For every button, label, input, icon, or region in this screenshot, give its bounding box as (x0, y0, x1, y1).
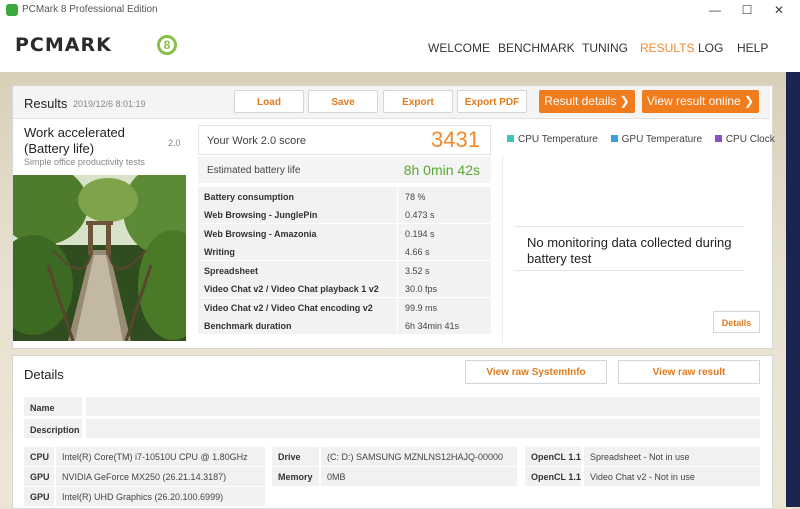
gpu-label: GPU (30, 472, 50, 482)
test-subtitle: Simple office productivity tests (24, 157, 145, 167)
opencl2-label: OpenCL 1.1 (531, 472, 581, 482)
divider (515, 270, 744, 271)
nav-benchmark[interactable]: BENCHMARK (498, 41, 575, 55)
window-title: PCMark 8 Professional Edition (22, 4, 158, 15)
desktop-edge (786, 72, 800, 507)
view-result-online-button[interactable]: View result online ❯ (642, 90, 759, 113)
gpu2-value: Intel(R) UHD Graphics (26.20.100.6999) (62, 492, 224, 502)
view-raw-systeminfo-button[interactable]: View raw SystemInfo (465, 360, 607, 384)
battery-life-label: Estimated battery life (207, 165, 301, 176)
row-divider (397, 261, 398, 279)
description-label: Description (30, 425, 80, 435)
cpu-clock-swatch (714, 135, 722, 142)
opencl-label: OpenCL 1.1 (531, 452, 581, 462)
nav-welcome[interactable]: WELCOME (428, 41, 490, 55)
metric-value: 99.9 ms (405, 303, 438, 313)
row-divider (397, 316, 398, 334)
row-divider (397, 279, 398, 297)
nav-tuning[interactable]: TUNING (582, 41, 628, 55)
score-label: Your Work 2.0 score (207, 135, 307, 147)
score-value: 3431 (431, 127, 480, 152)
test-thumbnail-image (13, 175, 186, 341)
nav-help[interactable]: HELP (737, 41, 768, 55)
metric-value: 78 % (405, 192, 426, 202)
metric-label: Video Chat v2 / Video Chat playback 1 v2 (204, 284, 379, 294)
metric-label: Writing (204, 247, 235, 257)
battery-life-value: 8h 0min 42s (403, 162, 480, 178)
save-button[interactable]: Save (308, 90, 378, 113)
metric-value: 3.52 s (405, 266, 430, 276)
details-title: Details (24, 367, 64, 382)
export-button[interactable]: Export (383, 90, 453, 113)
gpu-value: NVIDIA GeForce MX250 (26.21.14.3187) (62, 472, 227, 482)
app-icon (6, 4, 18, 16)
result-details-button[interactable]: Result details ❯ (539, 90, 635, 113)
metric-label: Battery consumption (204, 192, 295, 202)
metric-value: 30.0 fps (405, 284, 438, 294)
test-name: Work accelerated (Battery life) (24, 125, 125, 156)
close-button[interactable]: ✕ (764, 0, 794, 20)
metric-label: Web Browsing - JunglePin (204, 210, 318, 220)
no-monitoring-message: No monitoring data collected during batt… (527, 235, 732, 266)
memory-value-cell (321, 467, 517, 486)
cpu-temp-swatch (507, 135, 514, 142)
load-button[interactable]: Load (234, 90, 304, 113)
row-divider (397, 242, 398, 260)
monitoring-legend: CPU Temperature GPU Temperature CPU Cloc… (507, 134, 785, 145)
pcmark-logo: PCMARK (15, 34, 112, 56)
metric-label: Benchmark duration (204, 321, 292, 331)
gpu2-label: GPU (30, 492, 50, 502)
memory-label: Memory (278, 472, 313, 482)
drive-label: Drive (278, 452, 301, 462)
metric-row (198, 242, 491, 260)
logo-eight-badge: 8 (157, 35, 177, 55)
row-divider (397, 298, 398, 316)
legend-gpu-temperature[interactable]: GPU Temperature (610, 134, 703, 145)
metric-value: 0.194 s (405, 229, 435, 239)
row-divider (397, 205, 398, 223)
export-pdf-button[interactable]: Export PDF (457, 90, 527, 113)
metric-label: Video Chat v2 / Video Chat encoding v2 (204, 303, 373, 313)
cpu-value: Intel(R) Core(TM) i7-10510U CPU @ 1.80GH… (62, 452, 248, 462)
legend-cpu-clock[interactable]: CPU Clock (714, 134, 775, 145)
nav-log[interactable]: LOG (698, 41, 723, 55)
metric-label: Spreadsheet (204, 266, 259, 276)
name-label: Name (30, 403, 55, 413)
legend-cpu-temperature[interactable]: CPU Temperature (507, 134, 598, 145)
opencl2-value: Video Chat v2 - Not in use (590, 472, 695, 482)
row-divider (397, 187, 398, 205)
results-date: 2019/12/6 8:01:19 (73, 99, 146, 109)
legend-label: GPU Temperature (621, 134, 703, 145)
view-raw-result-button[interactable]: View raw result (618, 360, 760, 384)
nav-results[interactable]: RESULTS (640, 41, 694, 55)
divider (515, 226, 744, 227)
name-value-cell (86, 397, 760, 416)
metric-value: 6h 34min 41s (405, 321, 460, 331)
metric-value: 4.66 s (405, 247, 430, 257)
test-version: 2.0 (168, 138, 181, 148)
results-title: Results (24, 96, 68, 111)
legend-label: CPU Temperature (518, 134, 598, 145)
gpu-temp-swatch (610, 135, 618, 142)
row-divider (397, 224, 398, 242)
metric-label: Web Browsing - Amazonia (204, 229, 317, 239)
maximize-button[interactable]: ☐ (732, 0, 762, 20)
legend-label: CPU Clock (725, 134, 775, 145)
cpu-label: CPU (30, 452, 50, 462)
monitoring-details-button[interactable]: Details (713, 311, 760, 333)
opencl-value: Spreadsheet - Not in use (590, 452, 690, 462)
minimize-button[interactable]: — (700, 0, 730, 20)
metric-value: 0.473 s (405, 210, 435, 220)
memory-value: 0MB (327, 472, 346, 482)
drive-value: (C: D:) SAMSUNG MZNLNS12HAJQ-00000 (327, 452, 504, 462)
description-value-cell (86, 419, 760, 438)
